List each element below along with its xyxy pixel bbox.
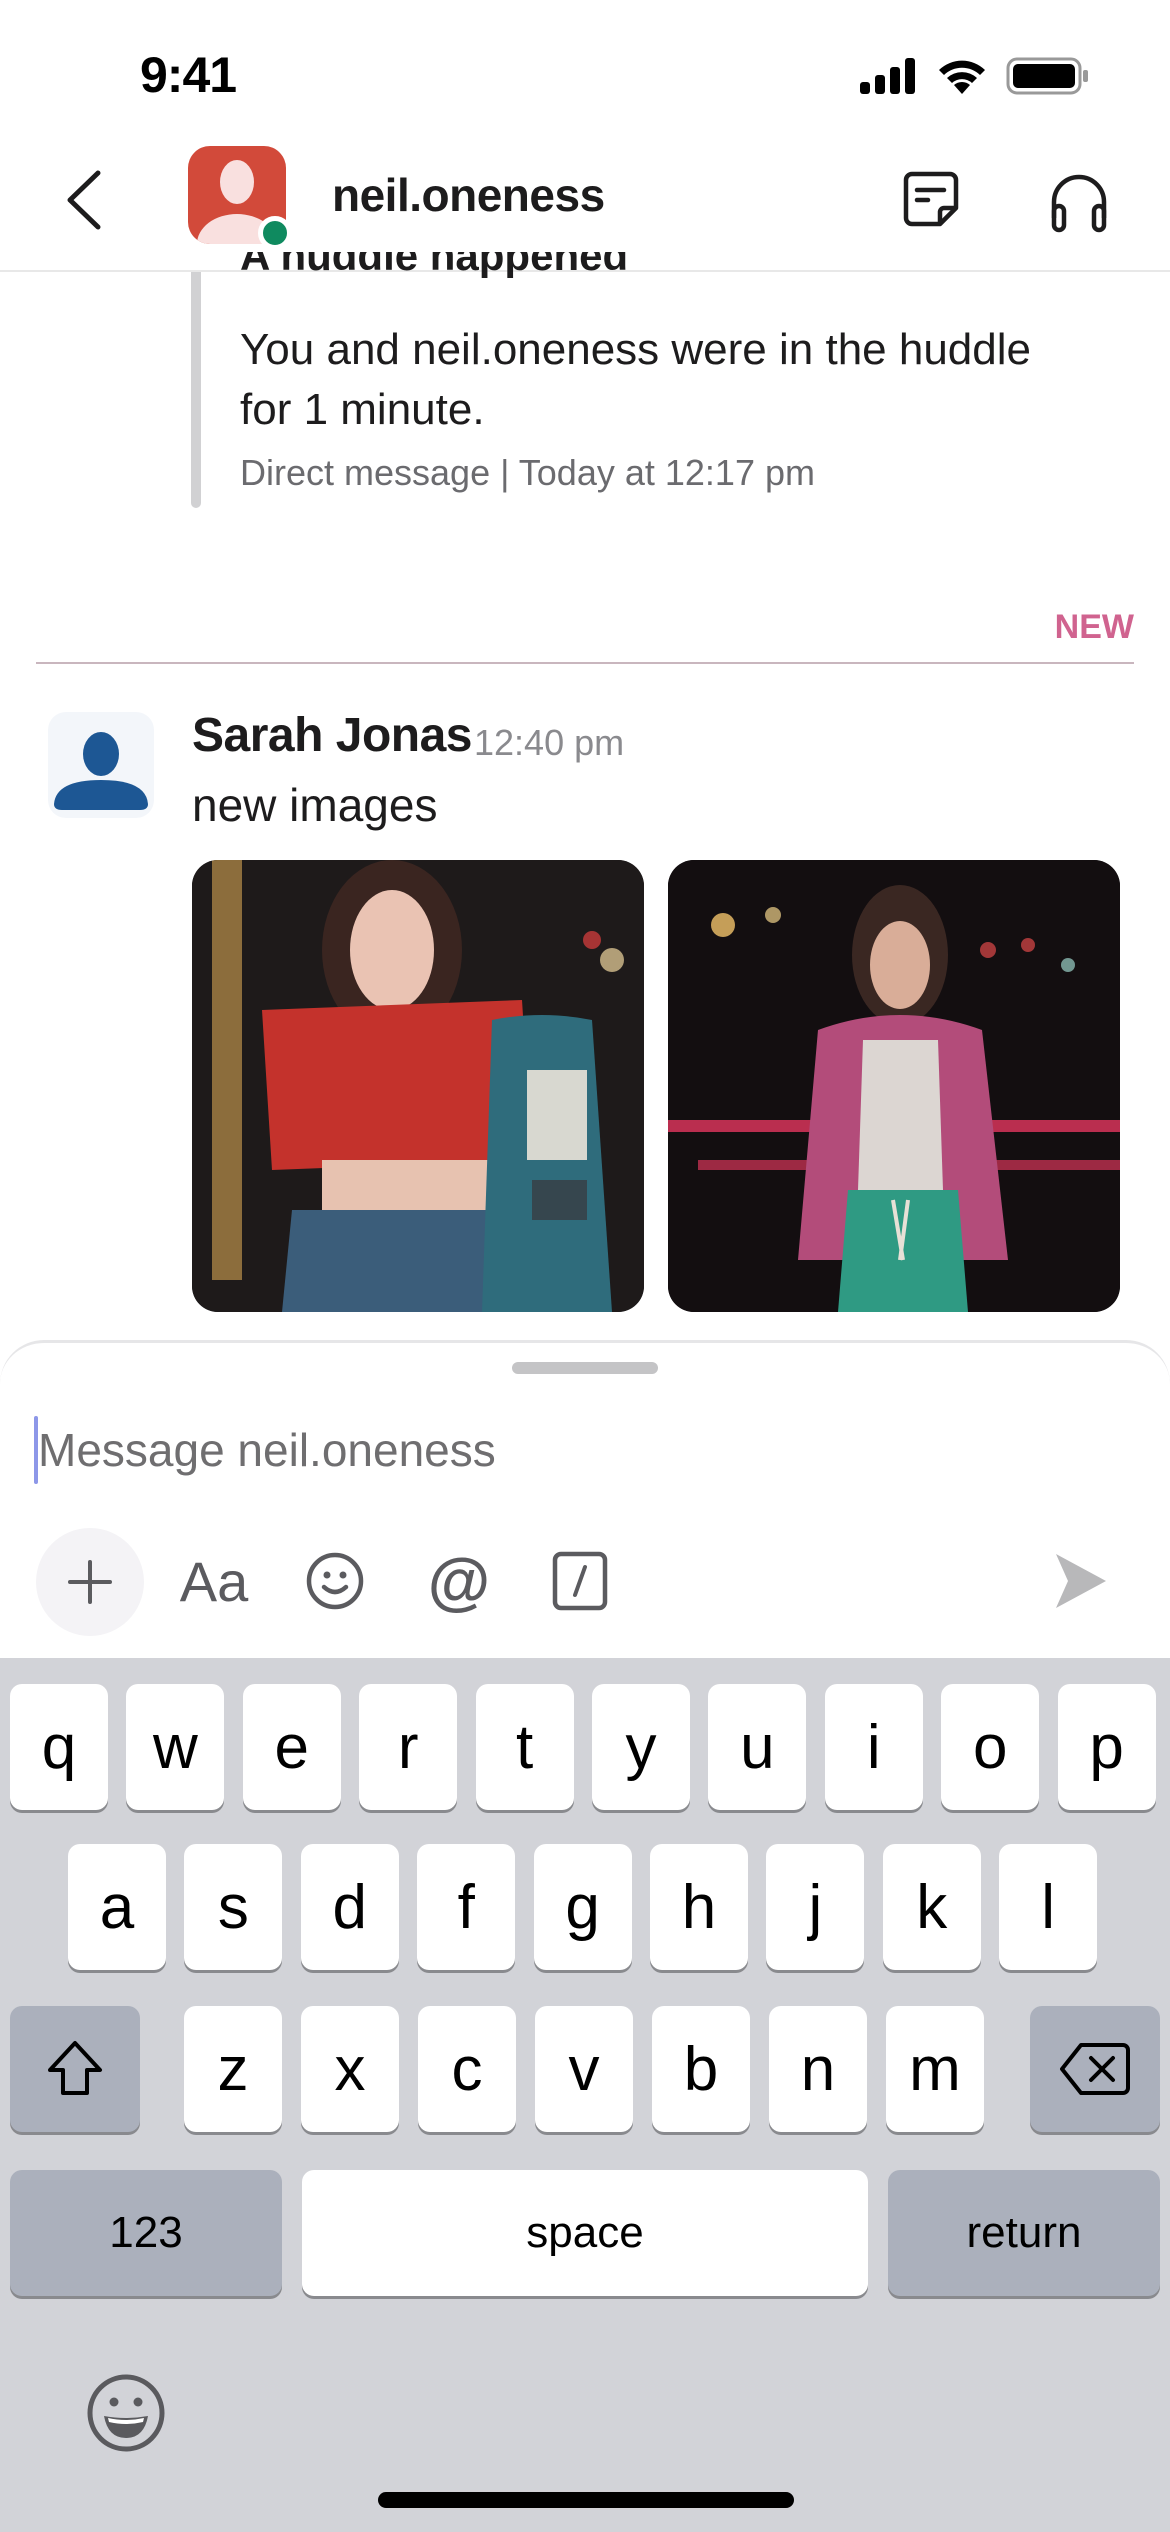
canvas-icon: [903, 171, 959, 227]
presence-indicator: [258, 216, 292, 250]
space-key[interactable]: space: [302, 2170, 868, 2296]
huddle-quote-bar: [191, 272, 201, 508]
image-preview: [668, 860, 1120, 1312]
shift-key[interactable]: [10, 2006, 140, 2132]
keyboard-emoji-button[interactable]: [86, 2372, 166, 2454]
send-icon: [1056, 1554, 1106, 1608]
plus-icon: [68, 1560, 112, 1604]
emoji-icon: [306, 1552, 364, 1610]
format-text-icon: Aa: [179, 1549, 249, 1613]
key-v[interactable]: v: [535, 2006, 633, 2132]
key-b[interactable]: b: [652, 2006, 750, 2132]
new-messages-label: NEW: [1054, 608, 1134, 646]
key-w[interactable]: w: [126, 1684, 225, 1810]
numbers-key[interactable]: 123: [10, 2170, 282, 2296]
add-attachment-button[interactable]: [36, 1528, 144, 1636]
key-m[interactable]: m: [886, 2006, 984, 2132]
keyboard: qwertyuiop asdfghjkl zxcvbnm 123 space r…: [0, 1658, 1170, 2532]
key-j[interactable]: j: [766, 1844, 865, 1970]
key-k[interactable]: k: [882, 1844, 981, 1970]
chevron-left-icon: [67, 170, 101, 230]
image-attachment[interactable]: [192, 860, 644, 1312]
canvas-button[interactable]: [900, 168, 962, 230]
message-timestamp[interactable]: 12:40 pm: [474, 722, 624, 764]
emoji-button[interactable]: [302, 1548, 368, 1614]
message-author[interactable]: Sarah Jonas: [192, 708, 472, 763]
message-composer: [0, 1340, 1170, 1663]
composer-drag-handle[interactable]: [512, 1362, 658, 1374]
backspace-icon: [1060, 2043, 1130, 2095]
key-u[interactable]: u: [708, 1684, 807, 1810]
home-indicator: [378, 2492, 794, 2508]
key-c[interactable]: c: [418, 2006, 516, 2132]
cellular-signal-icon: [860, 58, 915, 94]
status-icons: [858, 56, 1090, 96]
huddle-button[interactable]: [1046, 168, 1112, 234]
key-s[interactable]: s: [184, 1844, 283, 1970]
emoji-icon: [87, 2374, 165, 2452]
return-key[interactable]: return: [888, 2170, 1160, 2296]
key-x[interactable]: x: [301, 2006, 399, 2132]
key-h[interactable]: h: [650, 1844, 748, 1970]
status-time: 9:41: [140, 47, 237, 103]
message-avatar[interactable]: [48, 712, 154, 818]
key-t[interactable]: t: [475, 1684, 574, 1810]
headphones-icon: [1051, 174, 1107, 233]
send-button[interactable]: [1050, 1550, 1110, 1612]
huddle-meta[interactable]: Direct message | Today at 12:17 pm: [240, 452, 815, 494]
key-l[interactable]: l: [999, 1844, 1098, 1970]
key-g[interactable]: g: [533, 1844, 632, 1970]
delete-key[interactable]: [1030, 2006, 1160, 2132]
image-preview: [192, 860, 644, 1312]
huddle-summary: You and neil.oneness were in the huddle …: [240, 325, 1031, 434]
slash-command-icon: [552, 1551, 608, 1611]
key-i[interactable]: i: [824, 1684, 923, 1810]
wifi-icon: [939, 60, 985, 94]
huddle-title: A huddle happened: [240, 252, 628, 278]
key-r[interactable]: r: [359, 1684, 458, 1810]
huddle-title-text: A huddle happened: [240, 252, 629, 278]
message-input[interactable]: [38, 1420, 1038, 1480]
key-f[interactable]: f: [417, 1844, 516, 1970]
key-n[interactable]: n: [769, 2006, 867, 2132]
key-a[interactable]: a: [68, 1844, 166, 1970]
key-o[interactable]: o: [941, 1684, 1040, 1810]
shift-icon: [48, 2041, 102, 2095]
back-button[interactable]: [60, 165, 120, 235]
key-z[interactable]: z: [184, 2006, 282, 2132]
slash-command-button[interactable]: [552, 1548, 608, 1614]
new-messages-divider: [36, 662, 1134, 664]
key-y[interactable]: y: [592, 1684, 690, 1810]
mention-icon: @: [427, 1545, 491, 1617]
message-text: new images: [192, 779, 438, 831]
image-attachment[interactable]: [668, 860, 1120, 1312]
key-q[interactable]: q: [10, 1684, 108, 1810]
user-avatar-icon: [54, 732, 148, 810]
key-d[interactable]: d: [300, 1844, 399, 1970]
mention-button[interactable]: @: [426, 1545, 492, 1617]
format-text-button[interactable]: Aa: [178, 1548, 250, 1614]
key-p[interactable]: p: [1057, 1684, 1156, 1810]
battery-icon: [1006, 57, 1088, 95]
page-title[interactable]: neil.oneness: [332, 168, 605, 222]
key-e[interactable]: e: [242, 1684, 341, 1810]
